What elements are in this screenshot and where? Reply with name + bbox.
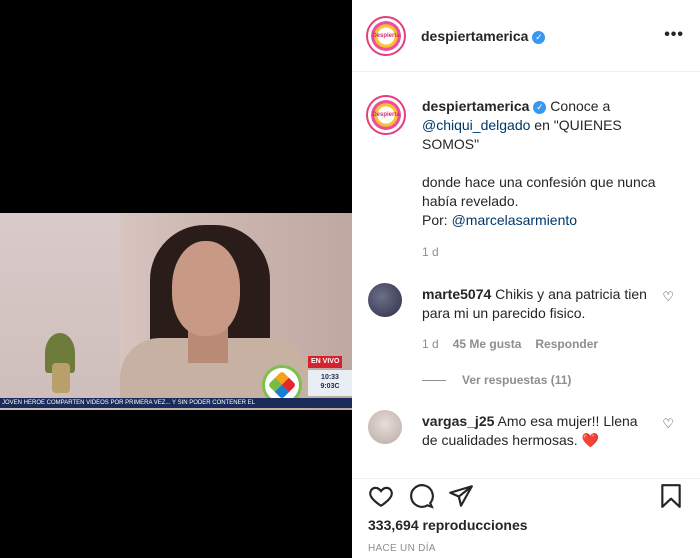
video-person-face <box>172 241 240 336</box>
like-comment-icon[interactable]: ♡ <box>662 416 674 432</box>
comment-username[interactable]: marte5074 <box>422 286 491 302</box>
clock-box: 10:33 9:03C <box>308 370 352 396</box>
comment-meta: 1 d 45 Me gusta Responder <box>422 337 612 351</box>
bookmark-icon[interactable] <box>658 483 684 509</box>
view-replies-button[interactable]: Ver respuestas (11) <box>422 373 571 387</box>
comments-section[interactable]: Despierta despiertamerica ✓ Conoce a @chi… <box>352 73 700 478</box>
replies-divider <box>422 379 446 381</box>
clock-temp: 9:03C <box>320 383 340 390</box>
share-icon[interactable] <box>448 483 474 509</box>
live-badge: EN VIVO <box>308 356 343 368</box>
mention-link[interactable]: @chiqui_delgado <box>422 117 530 133</box>
caption-text: despiertamerica ✓ Conoce a @chiqui_delgad… <box>422 98 656 228</box>
news-ticker: JOVEN HEROE COMPARTEN VIDEOS POR PRIMERA… <box>0 398 352 408</box>
post-panel: Despierta despiertamerica ✓ ••• Despierta… <box>352 0 700 558</box>
comment-time[interactable]: 1 d <box>422 337 439 351</box>
comment-text: marte5074 Chikis y ana patricia tien par… <box>422 286 647 321</box>
post-date[interactable]: HACE UN DÍA <box>368 543 436 554</box>
verified-icon: ✓ <box>532 30 546 44</box>
like-comment-icon[interactable]: ♡ <box>662 289 674 305</box>
reply-button[interactable]: Responder <box>535 337 598 351</box>
clock-time: 10:33 <box>321 374 339 381</box>
video-vase <box>52 363 70 393</box>
view-count[interactable]: 333,694 reproducciones <box>368 517 528 533</box>
mention-link[interactable]: @marcelasarmiento <box>452 212 577 228</box>
like-icon[interactable] <box>368 483 394 509</box>
heart-emoji: ❤️ <box>581 432 599 448</box>
comment-avatar[interactable] <box>368 410 402 444</box>
video-player[interactable]: EN VIVO 10:33 9:03C JOVEN HEROE COMPARTE… <box>0 0 352 558</box>
comment-icon[interactable] <box>408 483 434 509</box>
post-actions: 333,694 reproducciones HACE UN DÍA <box>352 478 700 558</box>
caption-username[interactable]: despiertamerica <box>422 98 529 114</box>
verified-icon: ✓ <box>533 101 547 114</box>
comment-username[interactable]: vargas_j25 <box>422 413 494 429</box>
caption-body: donde hace una confesión que nunca había… <box>422 174 656 209</box>
avatar-logo-text: Despierta <box>372 32 400 39</box>
header-username[interactable]: despiertamerica ✓ <box>421 28 546 44</box>
comment-text: vargas_j25 Amo esa mujer!! Llena de cual… <box>422 413 638 448</box>
comment-avatar[interactable] <box>368 283 402 317</box>
comment-likes[interactable]: 45 Me gusta <box>453 337 522 351</box>
caption-avatar[interactable]: Despierta <box>366 95 406 135</box>
view-replies-label: Ver respuestas (11) <box>462 373 572 387</box>
more-options-icon[interactable]: ••• <box>664 26 684 44</box>
post-header: Despierta despiertamerica ✓ ••• <box>352 0 700 72</box>
caption-time[interactable]: 1 d <box>422 245 439 259</box>
video-frame[interactable]: EN VIVO 10:33 9:03C JOVEN HEROE COMPARTE… <box>0 213 352 410</box>
profile-avatar[interactable]: Despierta <box>366 15 406 56</box>
